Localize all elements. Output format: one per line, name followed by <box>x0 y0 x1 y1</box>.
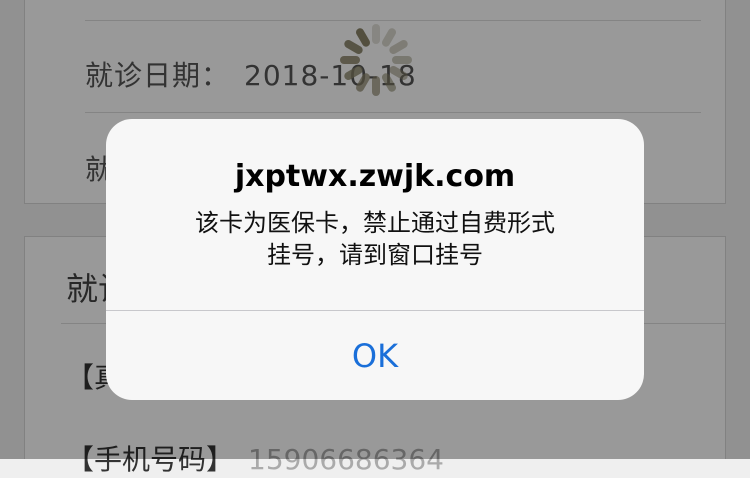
dialog-title: jxptwx.zwjk.com <box>234 159 516 194</box>
dialog-message: 该卡为医保卡，禁止通过自费形式 挂号，请到窗口挂号 <box>146 207 604 271</box>
ok-button[interactable]: OK <box>106 311 644 400</box>
alert-dialog: jxptwx.zwjk.com 该卡为医保卡，禁止通过自费形式 挂号，请到窗口挂… <box>106 119 644 400</box>
dialog-message-line: 挂号，请到窗口挂号 <box>267 241 483 269</box>
dialog-message-line: 该卡为医保卡，禁止通过自费形式 <box>195 209 555 237</box>
